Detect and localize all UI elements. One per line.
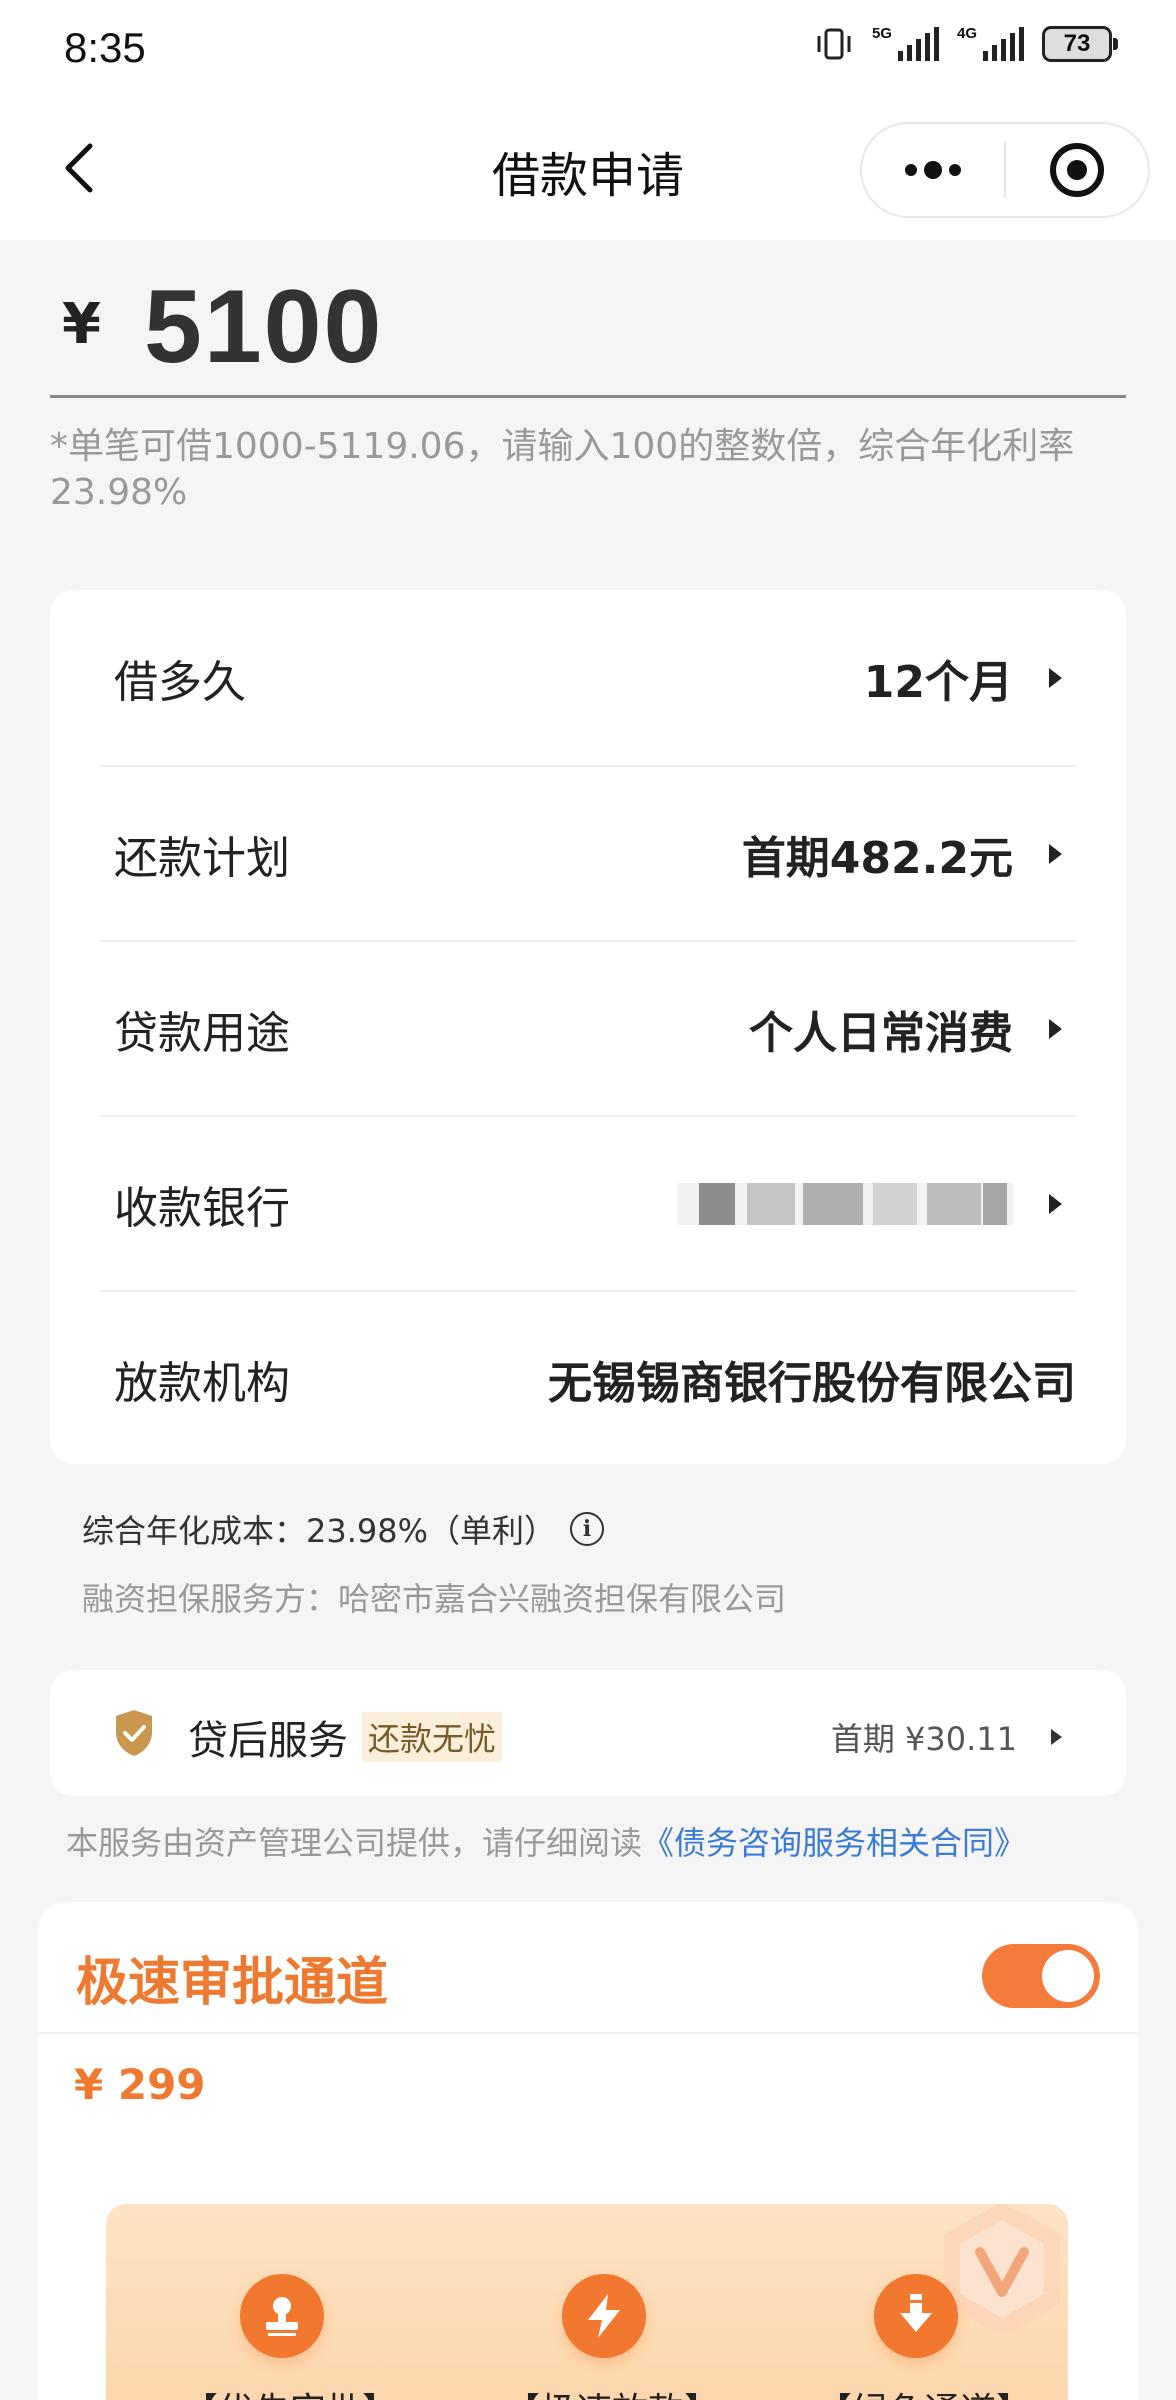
- status-bar: 8:35 5G 4G 73: [0, 0, 1176, 100]
- miniapp-capsule: [860, 122, 1150, 218]
- service-price-text: 首期 ¥30.11: [830, 1720, 1017, 1758]
- battery-icon: 73: [1042, 26, 1118, 62]
- loan-term-row[interactable]: 借多久 12个月: [100, 590, 1076, 765]
- contract-link[interactable]: 《债务咨询服务相关合同》: [642, 1824, 1026, 1862]
- shield-check-icon: [116, 1710, 152, 1756]
- more-button[interactable]: [862, 124, 1004, 216]
- bank-account-blurred: [677, 1179, 1013, 1229]
- fast-approval-card: 极速审批通道 ¥ 299 【优先审批】 【极速放款】: [38, 1902, 1138, 2400]
- service-notice: 本服务由资产管理公司提供，请仔细阅读《债务咨询服务相关合同》: [66, 1818, 1026, 1864]
- more-icon-right: [949, 164, 961, 176]
- caret-right-icon: [1049, 843, 1062, 864]
- row-value: 个人日常消费: [749, 1007, 1013, 1059]
- currency-symbol: ¥: [62, 292, 101, 357]
- loan-details-card: 借多久 12个月 还款计划 首期482.2元 贷款用途 个人日常消费 收款银行 …: [50, 590, 1126, 1464]
- service-price: 首期 ¥30.11: [831, 1714, 1062, 1760]
- annual-cost: 综合年化成本：23.98%（单利） i: [82, 1506, 605, 1552]
- feature-label: 【绿色通道】: [816, 2382, 1032, 2400]
- notice-text: 本服务由资产管理公司提供，请仔细阅读: [66, 1824, 643, 1862]
- row-value: 首期482.2元: [741, 832, 1013, 884]
- signal-icon: [897, 27, 939, 61]
- row-label: 还款计划: [114, 832, 290, 884]
- row-value: 无锡锡商银行股份有限公司: [548, 1357, 1076, 1409]
- amount-input[interactable]: ¥ 5100: [50, 262, 1126, 398]
- repayment-plan-row[interactable]: 还款计划 首期482.2元: [100, 765, 1076, 940]
- caret-right-icon: [1049, 1193, 1062, 1214]
- row-value: 12个月: [863, 656, 1013, 708]
- lending-institution-row: 放款机构 无锡锡商银行股份有限公司: [100, 1290, 1076, 1465]
- lightning-icon: [562, 2274, 646, 2358]
- status-time: 8:35: [64, 24, 146, 71]
- feature-label: 【优先审批】: [182, 2382, 398, 2400]
- service-title: 贷后服务: [188, 1718, 348, 1764]
- caret-right-icon: [1049, 667, 1062, 688]
- annual-cost-text: 综合年化成本：23.98%（单利）: [82, 1512, 557, 1550]
- download-icon: [874, 2274, 958, 2358]
- service-tag: 还款无忧: [362, 1712, 503, 1762]
- caret-right-icon: [1049, 1018, 1062, 1039]
- benefits-banner: 【优先审批】 【极速放款】 【绿色通道】: [106, 2204, 1068, 2400]
- receiving-bank-row[interactable]: 收款银行: [100, 1115, 1076, 1290]
- feature-label: 【极速放款】: [504, 2382, 720, 2400]
- nav-bar: 借款申请: [0, 100, 1176, 240]
- info-icon[interactable]: i: [570, 1512, 605, 1546]
- caret-right-icon: [1051, 1729, 1062, 1745]
- row-label: 放款机构: [114, 1357, 290, 1409]
- status-icons: 5G 4G 73: [814, 25, 1118, 62]
- network-type-5g: 5G: [871, 25, 892, 42]
- amount-hint: *单笔可借1000-5119.06，请输入100的整数倍，综合年化利率23.98…: [50, 426, 1075, 513]
- more-icon-center: [924, 161, 942, 179]
- target-icon: [1050, 143, 1104, 197]
- signal-icon-2: [983, 27, 1024, 61]
- amount-value[interactable]: 5100: [144, 268, 383, 387]
- fast-approval-price: ¥ 299: [74, 2060, 206, 2109]
- network-type-4g: 4G: [956, 25, 977, 42]
- vibrate-icon: [817, 28, 851, 60]
- close-miniapp-button[interactable]: [1006, 124, 1148, 216]
- row-label: 收款银行: [114, 1182, 290, 1234]
- row-label: 借多久: [114, 656, 246, 708]
- guarantor-text: 融资担保服务方：哈密市嘉合兴融资担保有限公司: [82, 1580, 787, 1618]
- divider: [38, 2032, 1138, 2034]
- stamp-icon: [240, 2274, 324, 2358]
- loan-purpose-row[interactable]: 贷款用途 个人日常消费: [100, 940, 1076, 1115]
- fast-approval-toggle[interactable]: [982, 1944, 1100, 2008]
- more-icon: [905, 164, 917, 176]
- toggle-knob: [1042, 1950, 1094, 2002]
- row-label: 贷款用途: [114, 1007, 290, 1059]
- after-loan-service-card[interactable]: 贷后服务 还款无忧 首期 ¥30.11: [50, 1670, 1126, 1796]
- fast-approval-title: 极速审批通道: [76, 1953, 389, 2013]
